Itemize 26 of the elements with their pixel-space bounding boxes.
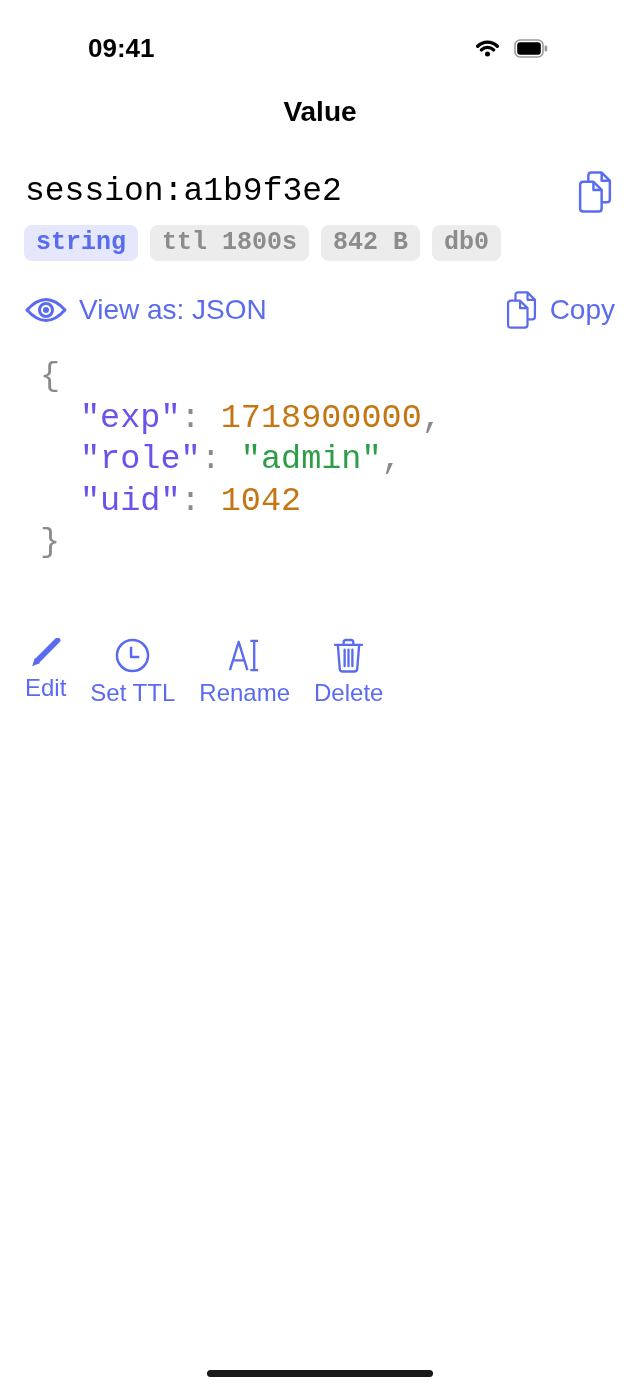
eye-icon xyxy=(25,297,67,323)
code-line: "role": "admin", xyxy=(80,439,402,480)
set-ttl-button[interactable]: Set TTL xyxy=(90,637,176,706)
edit-button[interactable]: Edit xyxy=(25,637,67,701)
code-line: } xyxy=(40,522,61,563)
type-tag: string xyxy=(24,225,138,261)
code-line: { xyxy=(40,356,61,397)
rename-button[interactable]: Rename xyxy=(199,637,290,706)
clock-icon xyxy=(115,637,151,673)
nav-title: Value xyxy=(283,95,357,129)
code-line: "uid": 1042 xyxy=(80,480,302,522)
trash-icon xyxy=(333,637,365,673)
delete-button[interactable]: Delete xyxy=(314,637,384,706)
meta-tag: 842 B xyxy=(321,225,421,261)
key-name: session:a1b9f3e2 xyxy=(25,172,342,212)
code-line: "exp": 1718900000, xyxy=(80,397,442,439)
meta-tag: ttl 1800s xyxy=(150,225,310,261)
copy-icon xyxy=(504,291,538,329)
meta-tag: db0 xyxy=(432,225,502,261)
copy-button[interactable]: Copy xyxy=(504,291,615,329)
wifi-icon xyxy=(476,39,499,57)
view-as-button[interactable]: View as: JSON xyxy=(25,291,267,329)
copy-icon[interactable] xyxy=(578,171,612,213)
battery-icon xyxy=(514,38,548,58)
pencil-icon xyxy=(30,637,61,668)
status-time: 09:41 xyxy=(88,34,155,62)
